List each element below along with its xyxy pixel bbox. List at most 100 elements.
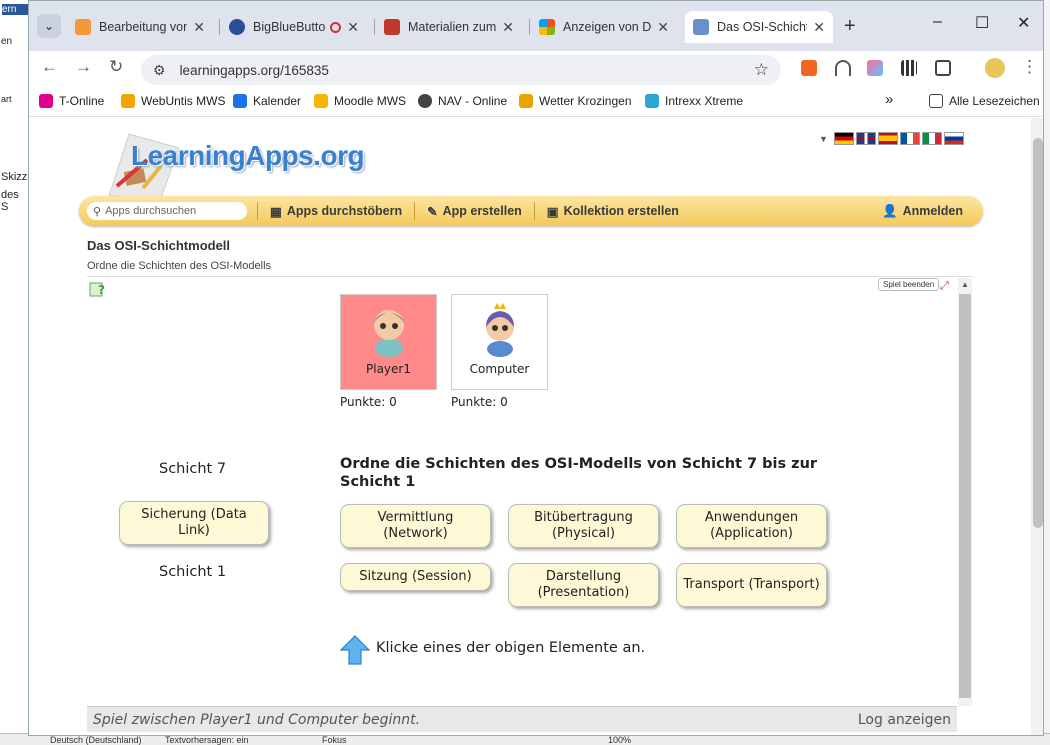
- menu-dots-icon[interactable]: ⋮: [1021, 57, 1038, 77]
- nav-label: App erstellen: [442, 204, 522, 218]
- bigbluebutton-icon: [229, 19, 245, 35]
- close-tab-icon[interactable]: ✕: [502, 19, 514, 36]
- bookmark-label: Kalender: [253, 94, 302, 108]
- microsoft-icon: [539, 19, 555, 35]
- book-icon: [384, 19, 400, 35]
- end-game-button[interactable]: Spiel beenden: [878, 278, 940, 291]
- close-tab-icon[interactable]: ✕: [657, 19, 669, 36]
- bookmark-star-icon[interactable]: ☆: [754, 60, 769, 80]
- bg-label: en: [1, 36, 13, 47]
- tab-anzeigen[interactable]: Anzeigen von Dat ✕: [531, 11, 677, 43]
- weather-icon: [519, 94, 533, 108]
- recording-icon: [330, 21, 342, 33]
- tab-title: Anzeigen von Dat: [563, 20, 652, 34]
- site-settings-icon[interactable]: ⚙: [153, 62, 166, 79]
- player1-score: Punkte: 0: [340, 395, 397, 409]
- top-layer-label: Schicht 7: [159, 461, 227, 477]
- fullscreen-icon[interactable]: ⤢: [940, 280, 952, 292]
- scrollbar-thumb[interactable]: [959, 294, 971, 698]
- apps-search-input[interactable]: ⚲ Apps durchsuchen: [87, 202, 247, 220]
- address-bar[interactable]: ⚙ learningapps.org/165835 ☆: [141, 55, 781, 85]
- player-name: Player1: [366, 362, 411, 376]
- tab-materialien[interactable]: Materialien zum ✕: [376, 11, 522, 43]
- all-bookmarks-folder[interactable]: Alle Lesezeichen: [929, 94, 1040, 108]
- new-tab-button[interactable]: +: [844, 15, 856, 38]
- maximize-button[interactable]: ☐: [975, 13, 989, 33]
- tab-osi-schichtmodell[interactable]: Das OSI-Schichtm ✕: [685, 11, 833, 43]
- minimize-button[interactable]: –: [933, 13, 942, 31]
- bg-status-item: 100%: [608, 735, 632, 745]
- bookmark-label: Intrexx Xtreme: [665, 94, 744, 108]
- bookmark-t-online[interactable]: T-Online: [39, 94, 104, 108]
- page-scrollbar[interactable]: [1031, 118, 1043, 735]
- nav-label: Kollektion erstellen: [563, 204, 679, 218]
- rss-extension-icon[interactable]: [801, 60, 817, 76]
- answer-card[interactable]: Sitzung (Session): [340, 563, 491, 591]
- bookmark-kalender[interactable]: Kalender: [233, 94, 301, 108]
- flag-english-icon[interactable]: [855, 132, 876, 145]
- scroll-up-icon[interactable]: ▲: [961, 280, 969, 289]
- bookmarks-overflow-button[interactable]: »: [885, 91, 893, 108]
- answer-card[interactable]: Darstellung (Presentation): [508, 563, 659, 607]
- pencil-icon: ✎: [427, 204, 438, 219]
- chevron-down-icon: ⌄: [43, 19, 55, 33]
- answer-card[interactable]: Vermittlung (Network): [340, 504, 491, 548]
- flag-spanish-icon[interactable]: [877, 132, 898, 145]
- bookmark-wetter[interactable]: Wetter Krozingen: [519, 94, 632, 108]
- player1-avatar-icon: [372, 310, 405, 357]
- answer-card[interactable]: Transport (Transport): [676, 563, 827, 607]
- back-arrow-icon[interactable]: ←: [41, 57, 58, 77]
- answer-card[interactable]: Anwendungen (Application): [676, 504, 827, 548]
- bookmark-label: Wetter Krozingen: [539, 94, 632, 108]
- close-tab-icon[interactable]: ✕: [347, 19, 359, 36]
- url-text: learningapps.org/165835: [179, 62, 329, 78]
- grid-icon: ▦: [270, 204, 282, 219]
- reload-icon[interactable]: ↻: [109, 57, 123, 77]
- answer-card[interactable]: Bitübertragung (Physical): [508, 504, 659, 548]
- close-tab-icon[interactable]: ✕: [193, 19, 205, 36]
- flag-french-icon[interactable]: [899, 132, 920, 145]
- tab-title: Bearbeitung von: [99, 20, 188, 34]
- tab-bearbeitung[interactable]: Bearbeitung von ✕: [67, 11, 213, 43]
- nav-login[interactable]: 👤 Anmelden: [870, 202, 983, 220]
- nav-create-app[interactable]: ✎ App erstellen: [414, 202, 534, 220]
- bg-status-item: Textvorhersagen: ein: [165, 735, 249, 745]
- folder-icon: [314, 94, 328, 108]
- help-icon[interactable]: ?: [89, 280, 107, 298]
- intrexx-icon: [645, 94, 659, 108]
- scrollbar-thumb[interactable]: [1033, 138, 1043, 528]
- extensions-puzzle-icon[interactable]: [935, 60, 951, 76]
- browser-window: ⌄ Bearbeitung von ✕ BigBlueButton ✕ Mate…: [28, 0, 1044, 736]
- extension-icon[interactable]: [835, 60, 851, 76]
- nav-apps-browse[interactable]: ▦ Apps durchstöbern: [257, 202, 414, 220]
- language-selector[interactable]: ▼: [819, 132, 964, 145]
- up-arrow-icon: [340, 635, 370, 665]
- dropdown-arrow-icon[interactable]: ▼: [819, 134, 828, 144]
- game-scrollbar[interactable]: ▲: [958, 278, 972, 706]
- forward-arrow-icon[interactable]: →: [75, 57, 92, 77]
- nav-label: Apps durchstöbern: [286, 204, 403, 218]
- close-tab-icon[interactable]: ✕: [813, 19, 825, 36]
- tab-bar: ⌄ Bearbeitung von ✕ BigBlueButton ✕ Mate…: [29, 1, 1043, 51]
- collection-icon: ▣: [546, 204, 559, 219]
- show-log-button[interactable]: Log anzeigen: [858, 712, 951, 728]
- nav-create-collection[interactable]: ▣ Kollektion erstellen: [533, 202, 691, 220]
- flag-german-icon[interactable]: [833, 132, 854, 145]
- extension-icon[interactable]: [867, 60, 883, 76]
- site-navigation-bar: ⚲ Apps durchsuchen ▦ Apps durchstöbern ✎ A…: [79, 196, 983, 226]
- flag-italian-icon[interactable]: [921, 132, 942, 145]
- bookmark-label: Moodle MWS: [334, 94, 407, 108]
- web-page: LearningApps.org ▼ ⚲ Apps durchsuchen ▦ A…: [29, 118, 1043, 735]
- tab-search-button[interactable]: ⌄: [37, 14, 61, 38]
- bookmark-webuntis[interactable]: WebUntis MWS: [121, 94, 225, 108]
- tab-bigbluebutton[interactable]: BigBlueButton ✕: [221, 11, 367, 43]
- profile-avatar-icon[interactable]: [985, 58, 1005, 78]
- bookmark-moodle[interactable]: Moodle MWS: [314, 94, 406, 108]
- qr-code-icon[interactable]: [901, 60, 917, 76]
- close-window-button[interactable]: ✕: [1017, 13, 1030, 33]
- learningapps-logo-text[interactable]: LearningApps.org: [131, 140, 365, 172]
- log-message: Spiel zwischen Player1 und Computer begi…: [93, 711, 421, 728]
- bookmark-intrexx[interactable]: Intrexx Xtreme: [645, 94, 743, 108]
- bookmark-nav-online[interactable]: NAV - Online: [418, 94, 507, 108]
- flag-russian-icon[interactable]: [943, 132, 964, 145]
